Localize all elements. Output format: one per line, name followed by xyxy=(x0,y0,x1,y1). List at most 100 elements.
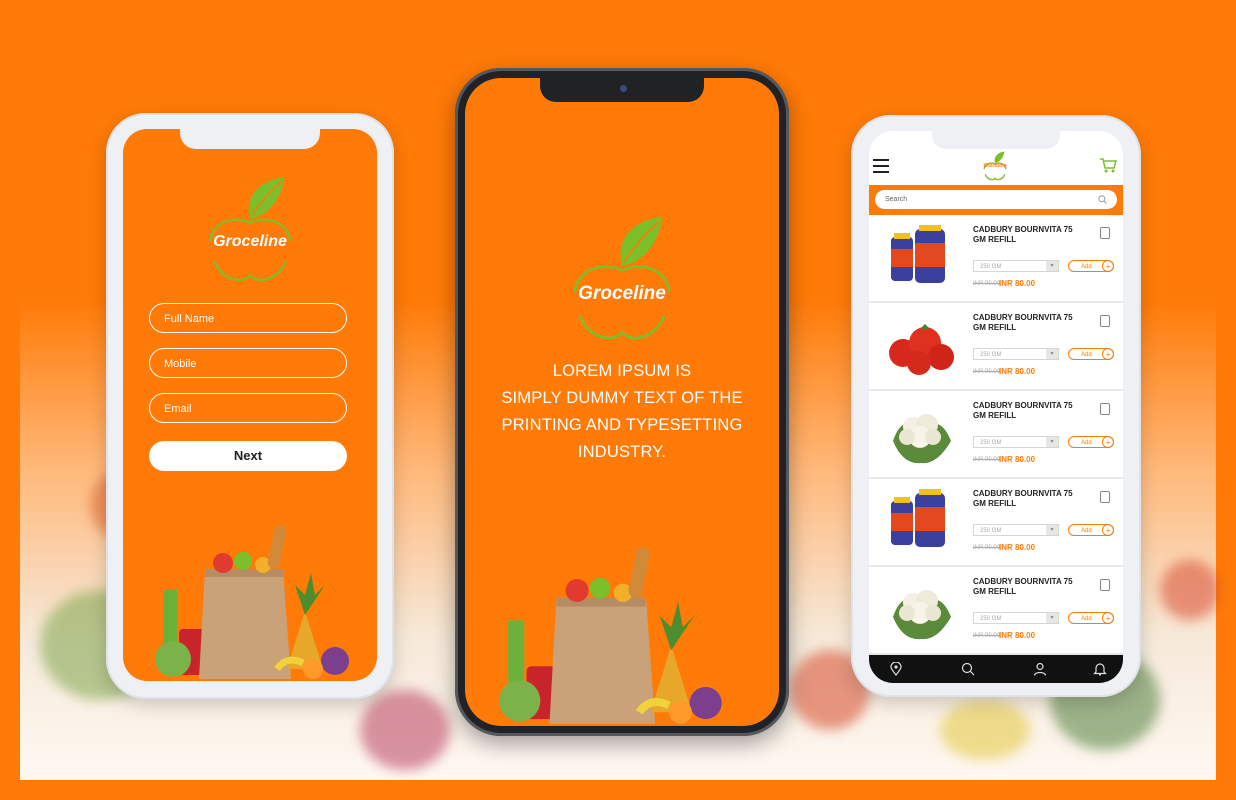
plus-icon: + xyxy=(1102,524,1114,536)
phone-notch xyxy=(180,129,320,149)
old-price: INR 90.00 xyxy=(973,633,1001,639)
notes-icon[interactable] xyxy=(1100,227,1110,239)
product-name: CADBURY BOURNVITA 75 GM REFILL xyxy=(973,313,1073,332)
add-button[interactable]: Add + xyxy=(1068,436,1114,448)
price: INR 80.00 xyxy=(999,367,1036,376)
phone-notch xyxy=(540,78,704,102)
add-label: Add xyxy=(1081,264,1092,270)
chevron-down-icon: ▾ xyxy=(1046,613,1058,623)
product-item[interactable]: CADBURY BOURNVITA 75 GM REFILL 250 GM ▾ A… xyxy=(869,303,1123,389)
user-icon[interactable] xyxy=(1033,662,1047,676)
product-name: CADBURY BOURNVITA 75 GM REFILL xyxy=(973,225,1073,244)
promo-canvas: Groceline Full Name Mobile Email Next Gr… xyxy=(0,0,1236,800)
front-camera xyxy=(620,85,627,92)
add-label: Add xyxy=(1081,616,1092,622)
hamburger-menu-icon[interactable] xyxy=(873,159,889,173)
mobile-field[interactable]: Mobile xyxy=(149,348,347,378)
weight-value: 250 GM xyxy=(980,528,1002,534)
search-bar: Search xyxy=(869,185,1123,215)
bournvita-jars-image xyxy=(891,489,945,547)
app-header: Groceline xyxy=(869,131,1123,185)
brand-logo: Groceline xyxy=(562,214,682,344)
weight-value: 250 GM xyxy=(980,440,1002,446)
plus-icon: + xyxy=(1102,260,1114,272)
notes-icon[interactable] xyxy=(1100,579,1110,591)
grocery-bag-illustration xyxy=(499,547,722,724)
old-price: INR 90.00 xyxy=(973,281,1001,287)
next-button[interactable]: Next xyxy=(149,441,347,471)
bottom-nav xyxy=(869,655,1123,683)
add-button[interactable]: Add + xyxy=(1068,612,1114,624)
add-button[interactable]: Add + xyxy=(1068,260,1114,272)
phone-splash: Groceline LOREM IPSUM IS SIMPLY DUMMY TE… xyxy=(455,68,789,736)
price: INR 80.00 xyxy=(999,631,1036,640)
plus-icon: + xyxy=(1102,436,1114,448)
search-input[interactable]: Search xyxy=(875,190,1117,209)
price: INR 80.00 xyxy=(999,543,1036,552)
add-label: Add xyxy=(1081,352,1092,358)
weight-select[interactable]: 250 GM ▾ xyxy=(973,612,1059,624)
search-icon[interactable] xyxy=(1098,195,1107,204)
cauliflower-image xyxy=(893,590,951,640)
logo-text: Groceline xyxy=(213,233,287,250)
bg-onion xyxy=(360,690,450,770)
search-icon[interactable] xyxy=(961,662,975,676)
chevron-down-icon: ▾ xyxy=(1046,525,1058,535)
old-price: INR 90.00 xyxy=(973,457,1001,463)
header-logo-text: Groceline xyxy=(983,163,1007,169)
weight-value: 250 GM xyxy=(980,616,1002,622)
product-name: CADBURY BOURNVITA 75 GM REFILL xyxy=(973,577,1073,596)
bg-corn xyxy=(940,700,1030,760)
bottom-orange-strip xyxy=(0,780,1236,800)
cart-icon[interactable] xyxy=(1099,157,1117,173)
plus-icon: + xyxy=(1102,612,1114,624)
notes-icon[interactable] xyxy=(1100,315,1110,327)
add-button[interactable]: Add + xyxy=(1068,524,1114,536)
apple-leaf-icon xyxy=(573,216,671,340)
price: INR 80.00 xyxy=(999,279,1036,288)
tagline-line-2: SIMPLY DUMMY TEXT OF THE xyxy=(501,389,743,407)
product-item[interactable]: CADBURY BOURNVITA 75 GM REFILL 250 GM ▾ A… xyxy=(869,479,1123,565)
header-logo: Groceline xyxy=(981,151,1009,181)
weight-select[interactable]: 250 GM ▾ xyxy=(973,348,1059,360)
product-item[interactable]: CADBURY BOURNVITA 75 GM REFILL 250 GM ▾ A… xyxy=(869,215,1123,301)
tagline-line-1: LOREM IPSUM IS xyxy=(552,362,692,380)
plus-icon: + xyxy=(1102,348,1114,360)
weight-value: 250 GM xyxy=(980,264,1002,270)
chevron-down-icon: ▾ xyxy=(1046,437,1058,447)
brand-logo: Groceline xyxy=(200,175,300,285)
old-price: INR 90.00 xyxy=(973,545,1001,551)
chevron-down-icon: ▾ xyxy=(1046,349,1058,359)
logo-text: Groceline xyxy=(578,283,666,304)
full-name-field[interactable]: Full Name xyxy=(149,303,347,333)
weight-select[interactable]: 250 GM ▾ xyxy=(973,524,1059,536)
weight-select[interactable]: 250 GM ▾ xyxy=(973,436,1059,448)
grocery-bag-illustration xyxy=(155,525,349,679)
email-field[interactable]: Email xyxy=(149,393,347,423)
signup-screen: Groceline Full Name Mobile Email Next xyxy=(123,129,377,681)
add-button[interactable]: Add + xyxy=(1068,348,1114,360)
product-name: CADBURY BOURNVITA 75 GM REFILL xyxy=(973,401,1073,420)
product-name: CADBURY BOURNVITA 75 GM REFILL xyxy=(973,489,1073,508)
phone-notch xyxy=(932,131,1060,149)
tagline-line-3: PRINTING AND TYPESETTING INDUSTRY. xyxy=(501,416,743,461)
notes-icon[interactable] xyxy=(1100,491,1110,503)
weight-value: 250 GM xyxy=(980,352,1002,358)
add-label: Add xyxy=(1081,440,1092,446)
bournvita-jars-image xyxy=(891,225,945,283)
weight-select[interactable]: 250 GM ▾ xyxy=(973,260,1059,272)
product-list: CADBURY BOURNVITA 75 GM REFILL 250 GM ▾ A… xyxy=(869,215,1123,655)
notes-icon[interactable] xyxy=(1100,403,1110,415)
bell-icon[interactable] xyxy=(1093,662,1107,676)
product-item[interactable]: CADBURY BOURNVITA 75 GM REFILL 250 GM ▾ A… xyxy=(869,391,1123,477)
phone-signup: Groceline Full Name Mobile Email Next xyxy=(106,113,394,699)
location-pin-icon[interactable] xyxy=(889,662,903,676)
tomatoes-image xyxy=(889,324,954,375)
phone-shop: Groceline Search CADBURY BOURNVITA 75 GM… xyxy=(851,115,1141,697)
price: INR 80.00 xyxy=(999,455,1036,464)
shop-screen: Groceline Search CADBURY BOURNVITA 75 GM… xyxy=(869,131,1123,683)
product-item[interactable]: CADBURY BOURNVITA 75 GM REFILL 250 GM ▾ A… xyxy=(869,567,1123,653)
bg-tomato-right xyxy=(1160,560,1220,620)
old-price: INR 90.00 xyxy=(973,369,1001,375)
chevron-down-icon: ▾ xyxy=(1046,261,1058,271)
